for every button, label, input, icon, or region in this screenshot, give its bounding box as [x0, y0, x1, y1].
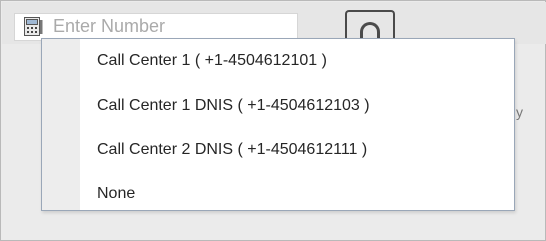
- dial-panel: y Call Center 1 ( +1-4504612101 ) Call C…: [0, 0, 546, 241]
- dropdown-option-call-center-1-dnis[interactable]: Call Center 1 DNIS ( +1-4504612103 ): [97, 89, 370, 123]
- dropdown-option-call-center-1[interactable]: Call Center 1 ( +1-4504612101 ): [97, 44, 327, 78]
- dropdown-option-call-center-2-dnis[interactable]: Call Center 2 DNIS ( +1-4504612111 ): [97, 133, 367, 167]
- dropdown-icon-gutter: [42, 39, 80, 210]
- background-text-fragment: y: [516, 104, 523, 120]
- number-field[interactable]: [14, 13, 298, 41]
- phone-book-icon[interactable]: [24, 17, 43, 37]
- call-center-dropdown: Call Center 1 ( +1-4504612101 ) Call Cen…: [41, 38, 515, 211]
- number-input[interactable]: [53, 15, 288, 37]
- dropdown-option-none[interactable]: None: [97, 177, 135, 211]
